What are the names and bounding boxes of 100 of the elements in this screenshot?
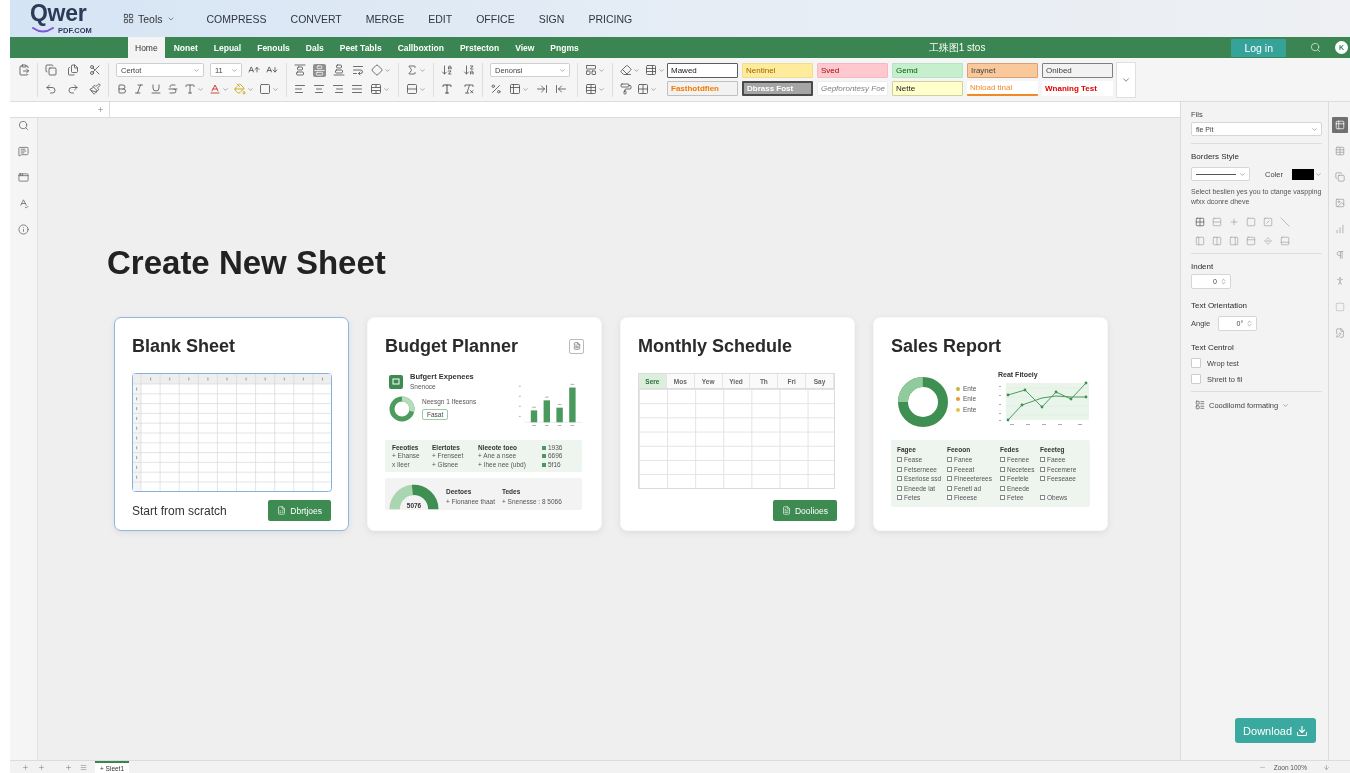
merge-cells-icon[interactable] xyxy=(370,83,382,95)
panel-bottom-icon[interactable] xyxy=(1280,236,1290,246)
diamond-icon[interactable] xyxy=(371,64,383,76)
ribbon-tab[interactable]: Callboxtion xyxy=(390,37,451,58)
redo-icon[interactable] xyxy=(67,83,79,95)
comment-icon[interactable] xyxy=(18,146,29,157)
panel-right-icon[interactable] xyxy=(1229,236,1239,246)
grid-icon[interactable] xyxy=(1195,217,1205,227)
caret-icon[interactable] xyxy=(419,85,426,93)
clear-format-icon[interactable] xyxy=(463,83,475,95)
italic-icon[interactable] xyxy=(133,83,145,95)
ribbon-tab[interactable]: Dals xyxy=(298,37,331,58)
template-card[interactable]: Blank Sheet Start from scratch Dbrtjoes xyxy=(114,317,349,531)
ribbon-tab[interactable]: View xyxy=(508,37,542,58)
cell-style[interactable]: Gepforontesy Foe xyxy=(817,81,888,96)
checkbox[interactable] xyxy=(947,485,952,491)
clipboard-icon[interactable] xyxy=(18,64,30,76)
caret-icon[interactable] xyxy=(197,85,204,93)
paint-roller-icon[interactable] xyxy=(620,83,632,95)
plus-icon[interactable] xyxy=(97,106,104,113)
checkbox[interactable] xyxy=(1000,476,1005,482)
checkbox[interactable] xyxy=(897,466,902,472)
caret-icon[interactable] xyxy=(559,66,566,74)
ribbon-tab[interactable]: Prstecton xyxy=(452,37,507,58)
caret-icon[interactable] xyxy=(658,66,665,74)
caret-icon[interactable] xyxy=(384,66,391,74)
checkbox[interactable] xyxy=(1000,457,1005,463)
cell-style[interactable]: Onibed xyxy=(1042,63,1113,78)
square-slash-icon[interactable] xyxy=(1263,217,1273,227)
menu-icon[interactable] xyxy=(80,763,87,771)
info-icon[interactable] xyxy=(18,224,29,235)
caret-icon[interactable] xyxy=(1239,170,1247,178)
color-swatch[interactable] xyxy=(1292,168,1314,180)
cut-icon[interactable] xyxy=(89,64,101,76)
bold-icon[interactable] xyxy=(116,83,128,95)
nav-link[interactable]: EDIT xyxy=(428,12,453,25)
paint-bucket-icon[interactable] xyxy=(234,83,246,95)
checkbox[interactable] xyxy=(947,457,952,463)
ribbon-tab[interactable]: Lepual xyxy=(206,37,249,58)
caret-icon[interactable] xyxy=(598,66,605,74)
caret-icon[interactable] xyxy=(633,66,640,74)
copy-icon[interactable] xyxy=(45,64,57,76)
arrow-right-to-line-icon[interactable] xyxy=(536,83,548,95)
checkbox[interactable] xyxy=(1000,485,1005,491)
cell-style[interactable]: Wnaning Test xyxy=(1042,81,1113,96)
arrow-down-icon[interactable] xyxy=(1323,763,1330,771)
stepper-icon[interactable] xyxy=(1246,320,1254,327)
window-icon[interactable] xyxy=(18,172,29,183)
checkbox[interactable] xyxy=(947,495,952,501)
font-color-icon[interactable] xyxy=(209,83,221,95)
checkbox[interactable] xyxy=(947,466,952,472)
cell-style[interactable]: Nette xyxy=(892,81,963,96)
checkbox[interactable] xyxy=(947,476,952,482)
line-style-dropdown[interactable] xyxy=(1191,167,1251,181)
checkbox[interactable] xyxy=(1040,457,1045,463)
caret-icon[interactable] xyxy=(650,85,657,93)
table-properties-icon[interactable] xyxy=(645,64,657,76)
increase-font-icon[interactable] xyxy=(248,64,260,76)
template-card[interactable] xyxy=(367,317,602,531)
square-icon[interactable] xyxy=(259,83,271,95)
ribbon-tab[interactable]: Home xyxy=(128,37,165,58)
caret-icon[interactable] xyxy=(247,85,254,93)
document-icon[interactable] xyxy=(569,338,584,354)
panel-tab[interactable] xyxy=(1331,117,1348,133)
strikethrough-icon[interactable] xyxy=(167,83,179,95)
caret-icon[interactable] xyxy=(231,66,238,74)
text-icon[interactable] xyxy=(441,83,453,95)
cell-style[interactable]: Nentinel xyxy=(742,63,813,78)
layout-icon[interactable] xyxy=(585,64,597,76)
cell-style[interactable]: Iraynet xyxy=(967,63,1038,78)
checkbox[interactable] xyxy=(1000,466,1005,472)
template-card[interactable] xyxy=(873,317,1108,531)
plus-icon[interactable] xyxy=(22,763,29,771)
rows-icon[interactable] xyxy=(406,83,418,95)
plus-icon[interactable] xyxy=(38,763,45,771)
caret-icon[interactable] xyxy=(1311,125,1318,133)
checkbox[interactable] xyxy=(1040,476,1045,482)
checkbox[interactable] xyxy=(897,457,902,463)
cell-style[interactable]: Sved xyxy=(817,63,888,78)
checkbox[interactable] xyxy=(1040,466,1045,472)
panel-left-icon[interactable] xyxy=(1195,236,1205,246)
tools-menu[interactable]: Teols xyxy=(123,12,175,25)
caret-icon[interactable] xyxy=(1282,401,1290,409)
undo-icon[interactable] xyxy=(45,83,57,95)
align-top-icon[interactable] xyxy=(294,64,306,76)
nav-link[interactable]: OFFICE xyxy=(476,12,515,25)
ribbon-tab[interactable]: Fenouls xyxy=(250,37,297,58)
checkbox[interactable] xyxy=(1191,358,1201,368)
arrow-left-to-line-icon[interactable] xyxy=(555,83,567,95)
nav-link[interactable]: SIGN xyxy=(538,12,565,25)
diagonal-line-icon[interactable] xyxy=(1280,217,1290,227)
justify-icon[interactable] xyxy=(351,83,363,95)
caret-icon[interactable] xyxy=(222,85,229,93)
use-template-button[interactable]: Doolioes xyxy=(772,500,837,521)
stepper-icon[interactable] xyxy=(1220,278,1227,285)
ribbon-tab[interactable]: Pngms xyxy=(543,37,586,58)
nav-link[interactable]: MERGE xyxy=(365,12,405,25)
caret-icon[interactable] xyxy=(419,66,426,74)
percent-icon[interactable] xyxy=(490,83,502,95)
nav-link[interactable]: CONVERT xyxy=(290,12,342,25)
